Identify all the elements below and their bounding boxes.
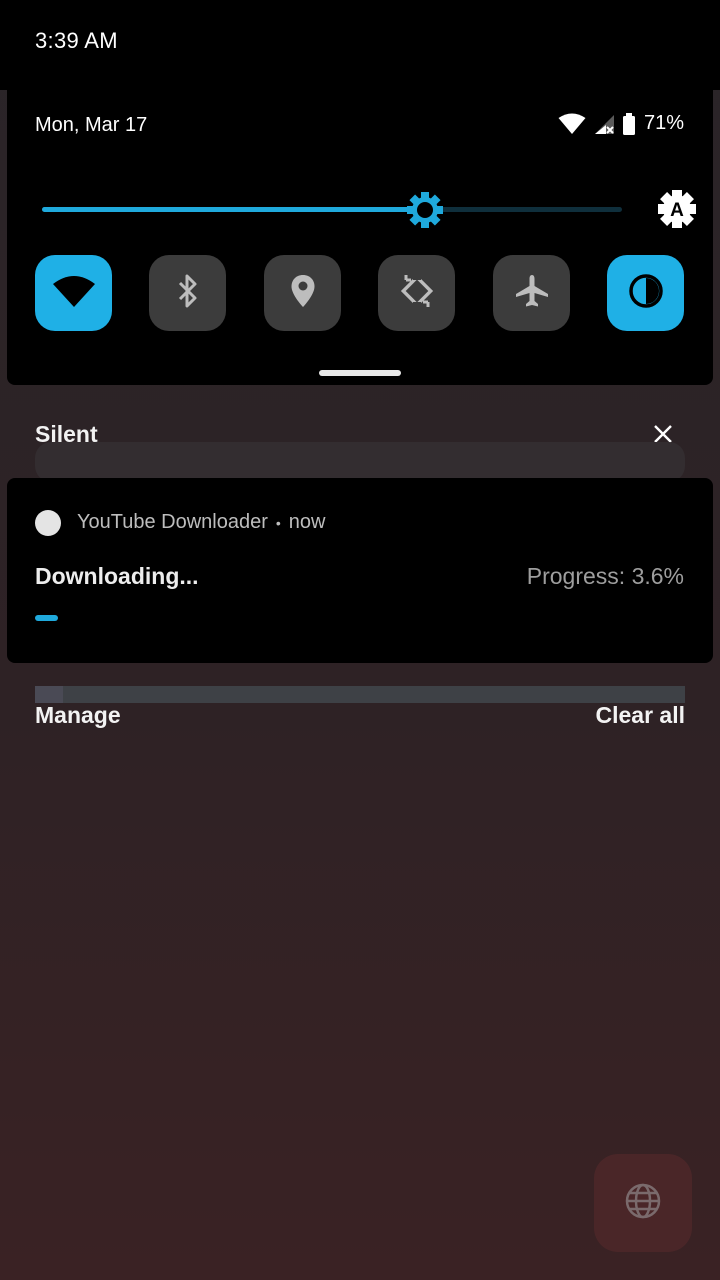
notification-time: now	[288, 511, 326, 533]
app-name: YouTube Downloader	[77, 511, 268, 533]
notification-header: YouTube Downloader • now	[77, 511, 326, 534]
bluetooth-tile[interactable]	[149, 255, 226, 331]
brightness-thumb[interactable]	[406, 191, 444, 229]
battery-percent: 71%	[643, 112, 684, 134]
bluetooth-icon	[175, 273, 201, 314]
dark-theme-icon	[628, 273, 664, 314]
dark-theme-tile[interactable]	[607, 255, 684, 331]
location-icon	[290, 273, 316, 314]
clock: 3:39 AM	[35, 28, 118, 53]
footer-strip-accent	[35, 686, 63, 703]
floating-translate-button[interactable]	[594, 1154, 692, 1252]
wifi-icon	[52, 274, 96, 313]
auto-rotate-tile[interactable]	[378, 255, 455, 331]
auto-brightness-button[interactable]: A	[656, 188, 698, 230]
footer-divider-strip	[35, 686, 685, 703]
brightness-fill	[42, 207, 425, 212]
globe-icon	[624, 1182, 662, 1225]
auto-brightness-label: A	[670, 200, 684, 221]
airplane-mode-tile[interactable]	[493, 255, 570, 331]
cellular-no-signal-icon	[592, 113, 616, 135]
notification-progress-text: Progress: 3.6%	[526, 563, 684, 589]
quick-settings-panel: 3:39 AM Mon, Mar 17 71% A	[0, 0, 720, 386]
quick-settings-tiles	[35, 255, 685, 331]
auto-rotate-icon	[398, 272, 436, 315]
panel-drag-handle[interactable]	[319, 370, 401, 376]
progress-bar	[35, 615, 685, 621]
status-icons: 71%	[558, 112, 684, 135]
manage-button[interactable]: Manage	[35, 702, 121, 729]
status-bar: 3:39 AM	[0, 0, 720, 90]
battery-icon	[622, 112, 636, 135]
brightness-slider[interactable]	[42, 192, 622, 228]
app-icon	[35, 510, 61, 536]
progress-bar-fill	[35, 615, 58, 621]
date-label[interactable]: Mon, Mar 17	[35, 114, 147, 137]
notification-title: Downloading...	[35, 563, 199, 589]
download-notification[interactable]: YouTube Downloader • now Downloading... …	[7, 478, 713, 663]
location-tile[interactable]	[264, 255, 341, 331]
wifi-tile[interactable]	[35, 255, 112, 331]
wifi-signal-icon	[558, 113, 586, 135]
airplane-icon	[514, 273, 550, 314]
clear-all-button[interactable]: Clear all	[596, 702, 686, 729]
collapsed-notification-ghost	[35, 442, 685, 482]
separator-dot: •	[275, 514, 281, 531]
